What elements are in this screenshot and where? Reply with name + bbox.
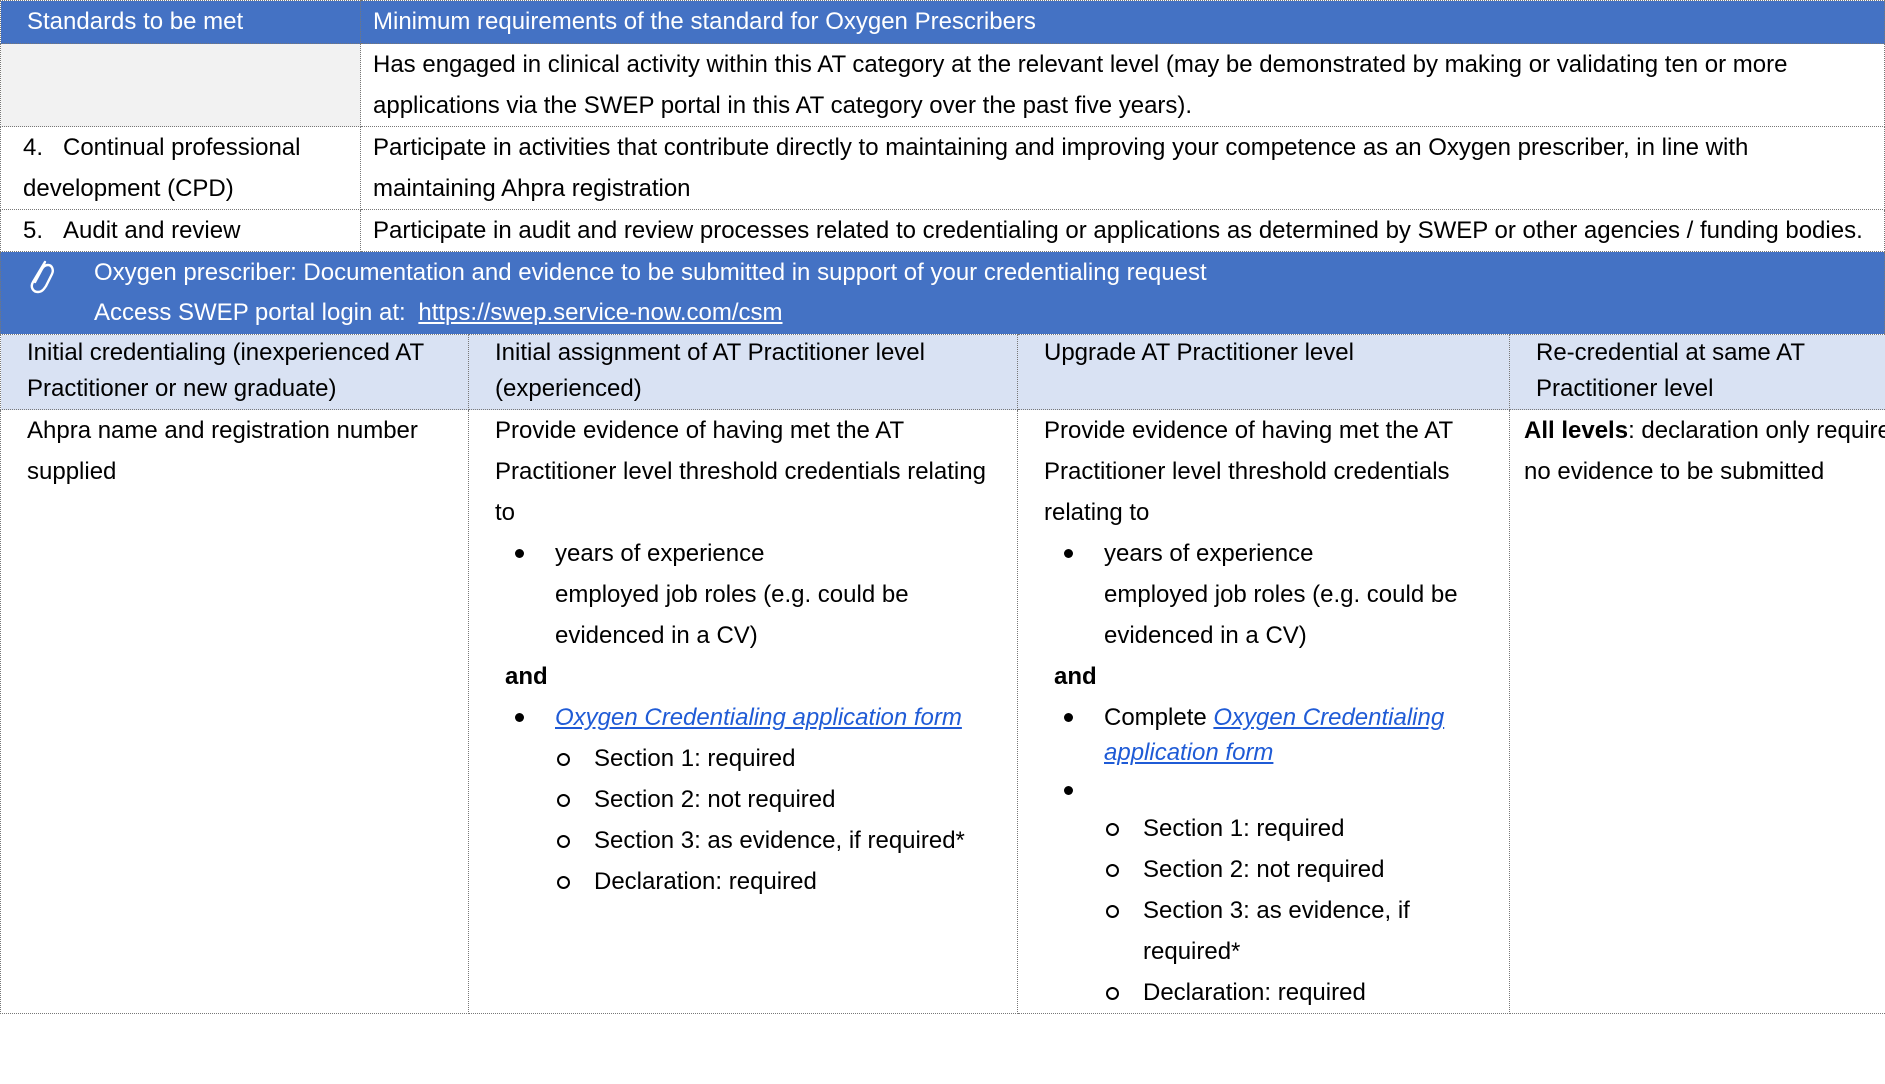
ahpra-requirement-text: Ahpra name and registration number suppl… (27, 417, 418, 485)
list-item: Section 1: required (495, 738, 1007, 779)
list-item-text: Declaration: required (1143, 979, 1366, 1006)
list-item: years of experience employed job roles (… (495, 533, 1007, 656)
evidence-intro: Provide evidence of having met the AT Pr… (495, 417, 986, 526)
bullet-icon (1064, 713, 1073, 722)
bullet-icon (515, 713, 524, 722)
header-upgrade-level: Upgrade AT Practitioner level (1017, 334, 1510, 410)
standard-name-cell: 5. Audit and review (0, 209, 361, 252)
list-item: Section 2: not required (495, 779, 1007, 820)
requirement-cell: Has engaged in clinical activity within … (360, 43, 1885, 127)
section-list: Section 1: required Section 2: not requi… (495, 738, 1007, 902)
upgrade-level-cell: Provide evidence of having met the AT Pr… (1017, 409, 1510, 1014)
standards-row: 5. Audit and review Participate in audit … (0, 209, 1885, 252)
credentialing-header-row: Initial credentialing (inexperienced AT … (0, 334, 1885, 410)
document-page: Standards to be met Minimum requirements… (0, 0, 1885, 1014)
and-label: and (1054, 663, 1097, 690)
all-levels-label: All levels (1524, 417, 1629, 444)
circle-bullet-icon (1106, 987, 1119, 1000)
standard-number: 4. (23, 134, 44, 161)
list-item: Complete Oxygen Credentialing applicatio… (1044, 697, 1499, 770)
list-item-text: Section 1: required (594, 745, 796, 772)
swep-portal-link[interactable]: https://swep.service-now.com/csm (418, 299, 782, 326)
recredential-cell: All levels: declaration only required, n… (1509, 409, 1885, 1014)
banner-portal-line: Access SWEP portal login at: https://swe… (94, 293, 783, 333)
list-item: years of experience employed job roles (… (1044, 533, 1499, 656)
banner-portal-prefix: Access SWEP portal login at: (94, 299, 406, 326)
evidence-list: years of experience employed job roles (… (1044, 533, 1499, 656)
circle-bullet-icon (557, 835, 570, 848)
bullet-icon (1064, 549, 1073, 558)
list-item (1044, 770, 1499, 808)
standard-name-cell (0, 43, 361, 127)
and-label: and (505, 663, 548, 690)
list-item: Section 2: not required (1044, 849, 1499, 890)
banner-title: Oxygen prescriber: Documentation and evi… (94, 259, 1207, 286)
header-recredential: Re-credential at same AT Practitioner le… (1509, 334, 1885, 410)
circle-bullet-icon (557, 794, 570, 807)
list-item-text: years of experience (1104, 540, 1314, 567)
standards-header-col2: Minimum requirements of the standard for… (360, 0, 1885, 44)
standards-table: Standards to be met Minimum requirements… (0, 0, 1885, 252)
list-item-text: years of experience (555, 540, 765, 567)
header-initial-credentialing: Initial credentialing (inexperienced AT … (0, 334, 469, 410)
bullet-icon (515, 549, 524, 558)
list-item-text: Declaration: required (594, 868, 817, 895)
list-item: Section 3: as evidence, if required* (1044, 890, 1499, 972)
header-initial-assignment: Initial assignment of AT Practitioner le… (468, 334, 1018, 410)
requirement-cell: Participate in audit and review processe… (360, 209, 1885, 252)
credentialing-table: Initial credentialing (inexperienced AT … (0, 334, 1885, 1014)
list-item-text: Section 1: required (1143, 815, 1345, 842)
standards-header-col1: Standards to be met (0, 0, 361, 44)
initial-assignment-cell: Provide evidence of having met the AT Pr… (468, 409, 1018, 1014)
list-item: Section 3: as evidence, if required* (495, 820, 1007, 861)
evidence-intro: Provide evidence of having met the AT Pr… (1044, 417, 1453, 526)
requirement-cell: Participate in activities that contribut… (360, 126, 1885, 210)
list-item-text: Section 2: not required (1143, 856, 1385, 883)
list-item-text: employed job roles (e.g. could be eviden… (1104, 581, 1458, 649)
list-item: Declaration: required (1044, 972, 1499, 1013)
list-item-text: Section 2: not required (594, 786, 836, 813)
list-item: Section 1: required (1044, 808, 1499, 849)
standards-row: Has engaged in clinical activity within … (0, 43, 1885, 127)
standard-name: Audit and review (63, 217, 241, 244)
standard-name: Continual professional development (CPD) (23, 134, 301, 202)
standard-number: 5. (23, 217, 44, 244)
paperclip-icon (25, 256, 55, 296)
circle-bullet-icon (1106, 823, 1119, 836)
circle-bullet-icon (1106, 864, 1119, 877)
list-item-text: employed job roles (e.g. could be eviden… (555, 581, 909, 649)
standards-header-row: Standards to be met Minimum requirements… (0, 0, 1885, 44)
standards-row: 4. Continual professional development (CP… (0, 126, 1885, 210)
circle-bullet-icon (557, 876, 570, 889)
initial-credentialing-cell: Ahpra name and registration number suppl… (0, 409, 469, 1014)
evidence-list: years of experience employed job roles (… (495, 533, 1007, 656)
documentation-banner: Oxygen prescriber: Documentation and evi… (0, 252, 1885, 334)
standard-name-cell: 4. Continual professional development (CP… (0, 126, 361, 210)
list-item-text: Section 3: as evidence, if required* (1143, 897, 1410, 965)
list-item: Declaration: required (495, 861, 1007, 902)
list-item: Oxygen Credentialing application form (495, 697, 1007, 735)
circle-bullet-icon (557, 753, 570, 766)
complete-label: Complete (1104, 704, 1207, 731)
bullet-icon (1064, 786, 1073, 795)
form-list: Complete Oxygen Credentialing applicatio… (1044, 697, 1499, 808)
application-form-link[interactable]: Oxygen Credentialing application form (555, 704, 962, 731)
credentialing-body-row: Ahpra name and registration number suppl… (0, 409, 1885, 1014)
section-list: Section 1: required Section 2: not requi… (1044, 808, 1499, 1013)
recredential-text: All levels: declaration only required, n… (1524, 410, 1885, 492)
form-list: Oxygen Credentialing application form (495, 697, 1007, 735)
list-item-text: Section 3: as evidence, if required* (594, 827, 965, 854)
circle-bullet-icon (1106, 905, 1119, 918)
